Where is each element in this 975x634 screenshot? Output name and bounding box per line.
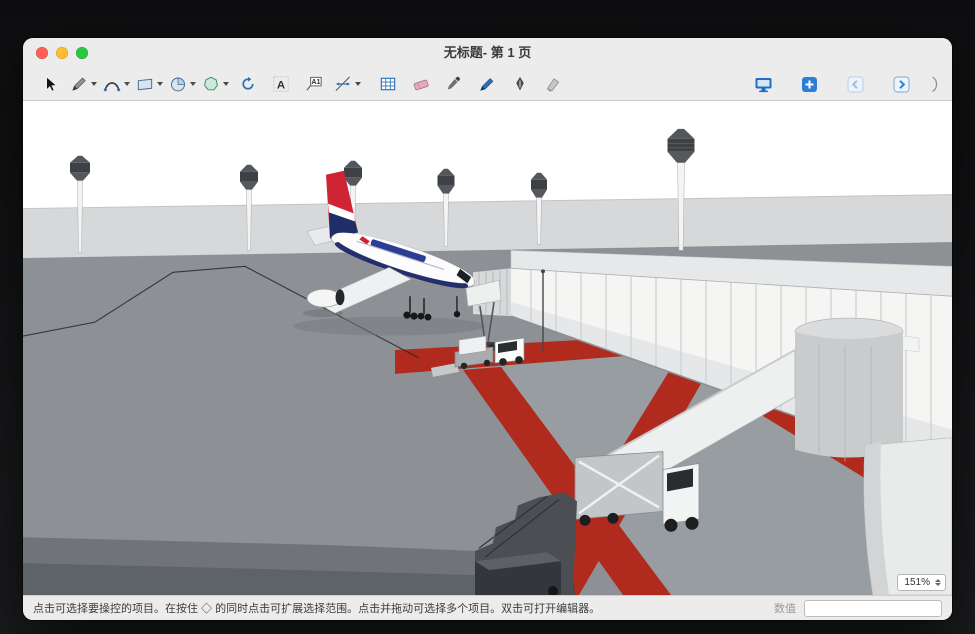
letter-a-icon: A bbox=[271, 74, 291, 94]
previous-page-button[interactable] bbox=[840, 71, 870, 97]
status-hint-text: 点击可选择要操控的项目。在按住 ◇ 的同时点击可扩展选择范围。点击并拖动可选择多… bbox=[33, 600, 766, 616]
dimensions-tool-button[interactable] bbox=[332, 71, 362, 97]
text-tool-button[interactable]: A bbox=[266, 71, 296, 97]
eraser-icon bbox=[411, 74, 431, 94]
dimension-icon bbox=[333, 74, 353, 94]
pie-icon bbox=[168, 74, 188, 94]
polygons-tool-button[interactable] bbox=[200, 71, 230, 97]
style-tool-button[interactable] bbox=[439, 71, 469, 97]
document-canvas[interactable]: 151% bbox=[23, 100, 952, 596]
join-tool-button[interactable] bbox=[505, 71, 535, 97]
measurement-input[interactable] bbox=[804, 600, 942, 617]
dropdown-caret-icon bbox=[124, 82, 130, 86]
dropdown-caret-icon bbox=[355, 82, 361, 86]
erase-tool-button[interactable] bbox=[538, 71, 568, 97]
split-tool-button[interactable] bbox=[472, 71, 502, 97]
rectangle-icon bbox=[135, 74, 155, 94]
label-a1-icon: A1 bbox=[304, 74, 324, 94]
monitor-icon bbox=[753, 74, 774, 95]
svg-text:A: A bbox=[277, 79, 285, 91]
circles-tool-button[interactable] bbox=[167, 71, 197, 97]
svg-text:A1: A1 bbox=[311, 78, 320, 86]
wedge-icon bbox=[543, 74, 563, 94]
arrow-right-icon bbox=[891, 74, 912, 95]
scene-3d-viewport bbox=[23, 101, 952, 595]
blue-pencil-icon bbox=[477, 74, 497, 94]
measurement-label: 数值 bbox=[774, 600, 796, 616]
eyedropper-icon bbox=[444, 74, 464, 94]
zoom-level-select[interactable]: 151% bbox=[897, 574, 946, 591]
toolbar: A A1 bbox=[23, 68, 952, 100]
table-tool-button[interactable] bbox=[373, 71, 403, 97]
arrow-left-icon bbox=[845, 74, 866, 95]
layout-app-window: 无标题- 第 1 页 A bbox=[23, 38, 952, 620]
lines-tool-button[interactable] bbox=[68, 71, 98, 97]
dropdown-caret-icon bbox=[91, 82, 97, 86]
add-page-button[interactable] bbox=[794, 71, 824, 97]
dropdown-caret-icon bbox=[223, 82, 229, 86]
status-bar: 点击可选择要操控的项目。在按住 ◇ 的同时点击可扩展选择范围。点击并拖动可选择多… bbox=[23, 596, 952, 620]
desktop-background: 无标题- 第 1 页 A bbox=[0, 0, 975, 634]
dropdown-caret-icon bbox=[190, 82, 196, 86]
zoom-level-value: 151% bbox=[904, 577, 930, 588]
swirl-icon bbox=[238, 74, 258, 94]
chevron-updown-icon bbox=[935, 579, 941, 587]
start-presentation-button[interactable] bbox=[748, 71, 778, 97]
eraser-tool-button[interactable] bbox=[406, 71, 436, 97]
select-tool-button[interactable] bbox=[35, 71, 65, 97]
arcs-tool-button[interactable] bbox=[101, 71, 131, 97]
titlebar[interactable]: 无标题- 第 1 页 bbox=[23, 38, 952, 68]
pencil-icon bbox=[69, 74, 89, 94]
offset-tool-button[interactable] bbox=[233, 71, 263, 97]
grid-icon bbox=[378, 74, 398, 94]
plus-page-icon bbox=[799, 74, 820, 95]
page-controls bbox=[748, 71, 940, 97]
cursor-icon bbox=[40, 74, 60, 94]
rectangles-tool-button[interactable] bbox=[134, 71, 164, 97]
arc-icon bbox=[102, 74, 122, 94]
polygon-icon bbox=[201, 74, 221, 94]
labels-tool-button[interactable]: A1 bbox=[299, 71, 329, 97]
dropdown-caret-icon bbox=[157, 82, 163, 86]
window-title: 无标题- 第 1 页 bbox=[23, 38, 952, 68]
pen-nib-icon bbox=[510, 74, 530, 94]
clipped-overflow-icon bbox=[932, 74, 940, 94]
next-page-button[interactable] bbox=[886, 71, 916, 97]
